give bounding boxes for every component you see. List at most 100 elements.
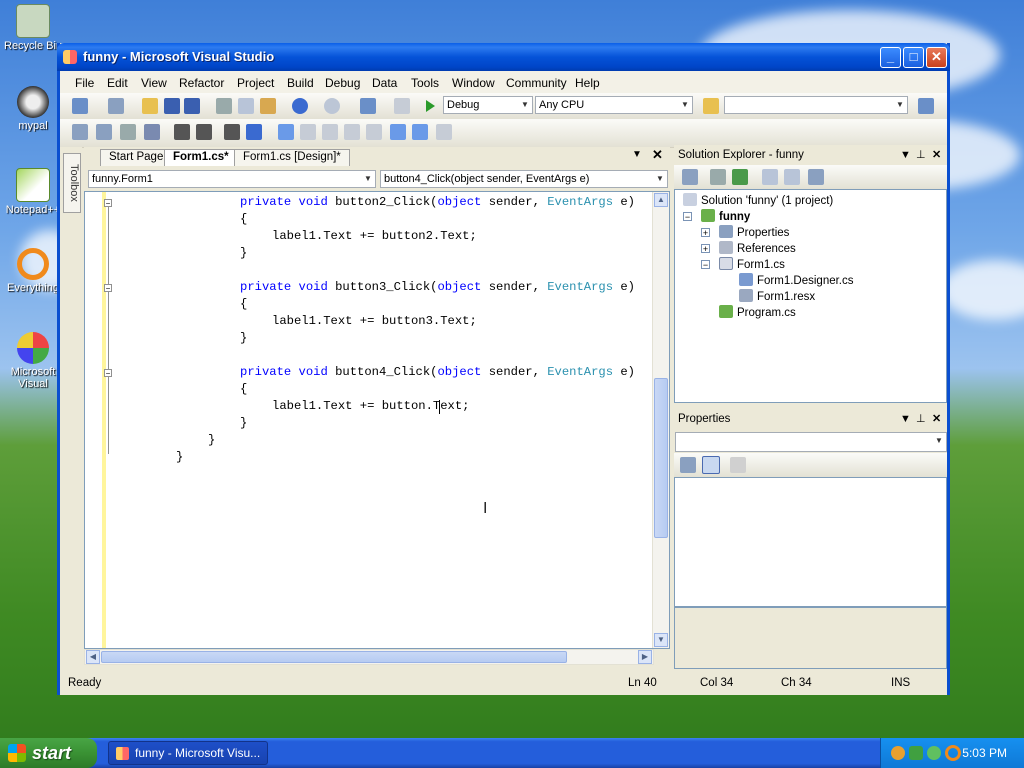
collapse-icon[interactable]: − (701, 260, 710, 270)
alphabetical-icon[interactable] (702, 456, 720, 474)
quick-info-icon[interactable] (120, 124, 136, 140)
save-icon[interactable] (164, 98, 180, 114)
tree-form1[interactable]: Form1.cs (719, 257, 785, 271)
prev-bookmark-icon[interactable] (300, 124, 316, 140)
navigate-icon[interactable] (360, 98, 376, 114)
horizontal-scroll-thumb[interactable] (101, 651, 567, 663)
navigate-forward-icon[interactable] (394, 98, 410, 114)
scroll-left-icon[interactable]: ◀ (86, 650, 100, 664)
view-designer-icon[interactable] (784, 169, 800, 185)
tab-dropdown-icon[interactable]: ▼ (632, 149, 642, 160)
class-diagram-icon[interactable] (808, 169, 824, 185)
desktop-icon-recycle-bin[interactable]: Recycle Bin (4, 4, 62, 52)
pin-icon[interactable]: ⊥ (916, 409, 926, 429)
code-editor[interactable]: − − − private void button2_Click(object … (84, 191, 670, 649)
next-bookmark-icon[interactable] (322, 124, 338, 140)
collapse-icon[interactable]: − (104, 199, 112, 208)
desktop-icon-notepad[interactable]: Notepad++ (4, 168, 62, 216)
increase-indent-icon[interactable] (196, 124, 212, 140)
find-combo[interactable]: ▼ (724, 96, 908, 114)
tree-references[interactable]: References (719, 241, 796, 255)
find-icon[interactable] (918, 98, 934, 114)
add-project-icon[interactable] (72, 98, 88, 114)
menu-help[interactable]: Help (575, 76, 600, 90)
tab-form1-cs[interactable]: Form1.cs* (164, 149, 238, 166)
add-item-icon[interactable] (108, 98, 124, 114)
scroll-down-icon[interactable]: ▼ (654, 633, 668, 647)
menu-data[interactable]: Data (372, 76, 397, 90)
pane-dropdown-icon[interactable]: ▼ (900, 145, 911, 165)
tray-network-icon[interactable] (891, 746, 905, 760)
tree-form1-designer[interactable]: Form1.Designer.cs (739, 273, 854, 287)
menu-file[interactable]: File (75, 76, 94, 90)
next-bookmark-doc-icon[interactable] (412, 124, 428, 140)
menu-view[interactable]: View (141, 76, 167, 90)
vertical-scrollbar[interactable]: ▲ ▼ (652, 192, 669, 648)
menu-debug[interactable]: Debug (325, 76, 360, 90)
class-select[interactable]: funny.Form1 ▼ (88, 170, 376, 188)
close-document-icon[interactable]: ✕ (652, 147, 663, 163)
tray-shield-icon[interactable] (927, 746, 941, 760)
taskbar-item-visual-studio[interactable]: funny - Microsoft Visu... (108, 741, 268, 765)
uncomment-icon[interactable] (246, 124, 262, 140)
show-all-files-icon[interactable] (710, 169, 726, 185)
next-bookmark-folder-icon[interactable] (366, 124, 382, 140)
collapse-icon[interactable]: − (683, 212, 692, 222)
maximize-button[interactable]: □ (903, 47, 924, 68)
tray-app-icon[interactable] (909, 746, 923, 760)
expand-icon[interactable]: + (701, 244, 710, 254)
start-button[interactable]: start (0, 738, 97, 768)
expand-icon[interactable]: + (701, 228, 710, 238)
scroll-up-icon[interactable]: ▲ (654, 193, 668, 207)
platform-select[interactable]: Any CPU ▼ (535, 96, 693, 114)
tray-search-icon[interactable] (945, 745, 961, 761)
menu-window[interactable]: Window (452, 76, 495, 90)
scroll-right-icon[interactable]: ▶ (638, 650, 652, 664)
tree-project[interactable]: funny (701, 209, 750, 223)
menu-project[interactable]: Project (237, 76, 274, 90)
member-select[interactable]: button4_Click(object sender, EventArgs e… (380, 170, 668, 188)
find-in-files-icon[interactable] (703, 98, 719, 114)
undo-icon[interactable] (292, 98, 308, 114)
close-pane-icon[interactable]: ✕ (932, 409, 941, 429)
bookmark-icon[interactable] (278, 124, 294, 140)
copy-icon[interactable] (238, 98, 254, 114)
object-select[interactable]: ▼ (675, 432, 947, 452)
view-code-icon[interactable] (762, 169, 778, 185)
cut-icon[interactable] (216, 98, 232, 114)
paste-icon[interactable] (260, 98, 276, 114)
tree-form1-resx[interactable]: Form1.resx (739, 289, 815, 303)
properties-icon[interactable] (682, 169, 698, 185)
title-bar[interactable]: funny - Microsoft Visual Studio _ □ ✕ (57, 43, 950, 71)
horizontal-scrollbar[interactable]: ◀ ▶ (84, 649, 654, 665)
prev-bookmark-folder-icon[interactable] (344, 124, 360, 140)
start-debug-icon[interactable] (426, 100, 435, 112)
clear-bookmarks-icon[interactable] (436, 124, 452, 140)
open-folder-icon[interactable] (142, 98, 158, 114)
prev-bookmark-doc-icon[interactable] (390, 124, 406, 140)
tab-form1-design[interactable]: Form1.cs [Design]* (234, 149, 350, 166)
tree-solution[interactable]: Solution 'funny' (1 project) (683, 193, 833, 207)
desktop-icon-mypal[interactable]: mypal (4, 86, 62, 132)
property-pages-icon[interactable] (730, 457, 746, 473)
desktop-icon-everything[interactable]: Everything (4, 248, 62, 294)
menu-edit[interactable]: Edit (107, 76, 128, 90)
clock[interactable]: 5:03 PM (962, 746, 1007, 760)
comment-icon[interactable] (224, 124, 240, 140)
toolbox-tab[interactable]: Toolbox (63, 153, 81, 213)
tab-start-page[interactable]: Start Page (100, 149, 173, 166)
redo-icon[interactable] (324, 98, 340, 114)
pane-dropdown-icon[interactable]: ▼ (900, 409, 911, 429)
minimize-button[interactable]: _ (880, 47, 901, 68)
refresh-icon[interactable] (732, 169, 748, 185)
menu-build[interactable]: Build (287, 76, 314, 90)
desktop-icon-visual-studio[interactable]: Microsoft Visual Studio 2008 (4, 332, 62, 390)
complete-word-icon[interactable] (144, 124, 160, 140)
decrease-indent-icon[interactable] (174, 124, 190, 140)
tree-properties[interactable]: Properties (719, 225, 789, 239)
menu-community[interactable]: Community (506, 76, 567, 90)
categorized-icon[interactable] (680, 457, 696, 473)
parameter-info-icon[interactable] (96, 124, 112, 140)
collapse-icon[interactable]: − (104, 284, 112, 293)
close-pane-icon[interactable]: ✕ (932, 145, 941, 165)
